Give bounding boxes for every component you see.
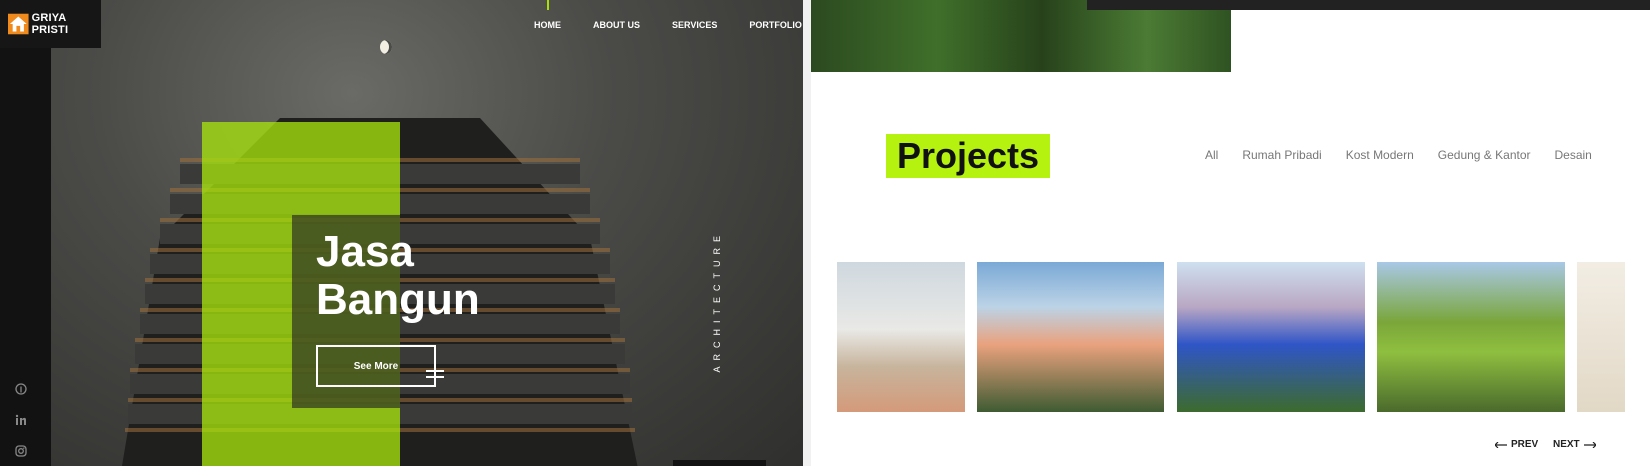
- project-thumbnail[interactable]: [1377, 262, 1565, 412]
- projects-heading-box: Projects: [886, 134, 1050, 178]
- brand-logo[interactable]: GRIYA PRISTI: [0, 0, 101, 48]
- filter-desain[interactable]: Desain: [1555, 148, 1592, 162]
- project-thumbnail[interactable]: [977, 262, 1164, 412]
- nav-home[interactable]: HOME: [534, 20, 561, 30]
- button-decoration: [426, 370, 444, 372]
- bottom-bar: [673, 460, 766, 466]
- nav-active-indicator: [547, 0, 549, 10]
- main-nav: HOME ABOUT US SERVICES PORTFOLIO: [534, 20, 802, 30]
- brand-name: GRIYA PRISTI: [31, 12, 69, 36]
- instagram-icon[interactable]: [14, 444, 28, 458]
- vertical-category-label: ARCHITECTURE: [712, 230, 722, 373]
- projects-title: Projects: [896, 135, 1040, 176]
- filter-rumah-pribadi[interactable]: Rumah Pribadi: [1242, 148, 1321, 162]
- project-thumbnail[interactable]: [837, 262, 965, 412]
- arrow-left-icon: [1495, 441, 1507, 448]
- arrow-right-icon: [1583, 441, 1596, 448]
- moon-image: [380, 40, 392, 54]
- panel-divider: [803, 0, 811, 466]
- linkedin-icon[interactable]: [14, 413, 28, 427]
- button-decoration: [426, 376, 444, 378]
- project-filters: All Rumah Pribadi Kost Modern Gedung & K…: [1205, 148, 1592, 162]
- house-logo-icon: [8, 13, 29, 35]
- project-thumbnail[interactable]: [1177, 262, 1365, 412]
- top-dark-bar: [1087, 0, 1650, 10]
- filter-gedung-kantor[interactable]: Gedung & Kantor: [1438, 148, 1531, 162]
- hero-title-line1: Jasa: [316, 227, 414, 276]
- hero-title-line2: Bangun: [316, 275, 480, 324]
- hero-panel: GRIYA PRISTI HOME ABOUT US SERVICES PORT…: [0, 0, 803, 466]
- hero-title: Jasa Bangun: [316, 228, 480, 324]
- pinterest-icon[interactable]: [14, 382, 28, 396]
- see-more-button[interactable]: See More: [316, 345, 436, 387]
- projects-panel: Projects All Rumah Pribadi Kost Modern G…: [811, 0, 1650, 466]
- next-label: NEXT: [1553, 439, 1580, 450]
- filter-kost-modern[interactable]: Kost Modern: [1346, 148, 1414, 162]
- prev-button[interactable]: PREV: [1495, 439, 1538, 450]
- next-button[interactable]: NEXT: [1553, 439, 1596, 450]
- filter-all[interactable]: All: [1205, 148, 1218, 162]
- nav-services[interactable]: SERVICES: [672, 20, 717, 30]
- garden-image: [811, 0, 1231, 72]
- project-thumbnail[interactable]: [1577, 262, 1625, 412]
- nav-portfolio[interactable]: PORTFOLIO: [749, 20, 802, 30]
- left-sidebar: [0, 0, 51, 466]
- nav-about-us[interactable]: ABOUT US: [593, 20, 640, 30]
- prev-label: PREV: [1511, 439, 1539, 450]
